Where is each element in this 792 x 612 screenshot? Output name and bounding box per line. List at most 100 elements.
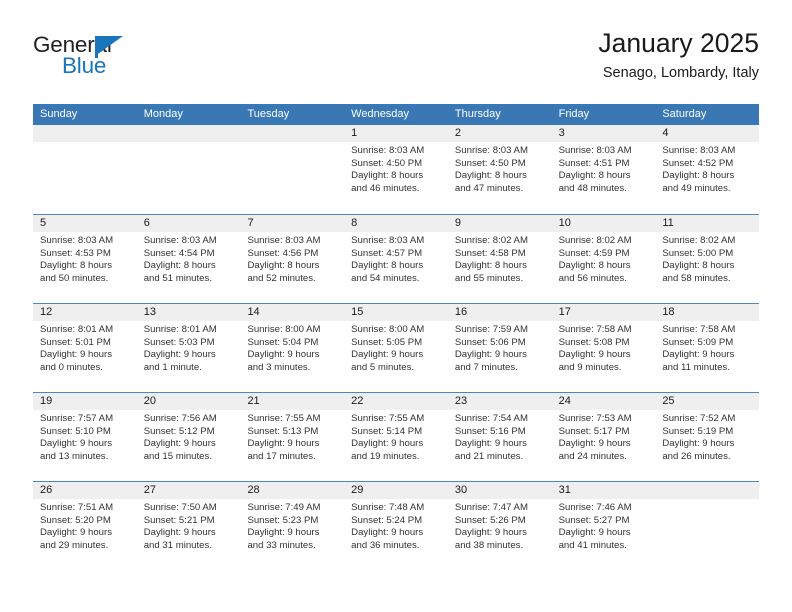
daylight-text-line1: Daylight: 9 hours [454,438,527,450]
daylight-text-line2: and 41 minutes. [558,539,627,551]
day-cell[interactable]: Sunrise: 7:48 AM Sunset: 5:24 PM Daylight:… [344,499,448,570]
day-cell[interactable]: Sunrise: 8:02 AM Sunset: 4:58 PM Daylight:… [448,232,552,303]
day-number[interactable]: 28 [240,482,344,499]
day-number[interactable]: 31 [552,482,656,499]
day-cell[interactable]: Sunrise: 7:59 AM Sunset: 5:06 PM Daylight:… [448,321,552,392]
day-number[interactable]: 9 [448,215,552,232]
sunrise-text: Sunrise: 7:50 AM [143,502,217,513]
day-number[interactable]: 13 [137,304,241,321]
day-cell[interactable]: Sunrise: 7:53 AM Sunset: 5:17 PM Daylight:… [552,410,656,481]
sunset-text: Sunset: 5:26 PM [454,514,526,526]
day-cell[interactable]: Sunrise: 8:01 AM Sunset: 5:03 PM Daylight:… [137,321,241,392]
day-cell[interactable]: Sunrise: 8:03 AM Sunset: 4:51 PM Daylight:… [552,142,656,213]
day-number[interactable]: 11 [655,215,759,232]
daylight-text-line2: and 3 minutes. [247,361,311,373]
sunrise-text: Sunrise: 8:00 AM [351,324,425,335]
day-cell-empty [655,499,759,570]
day-cell[interactable]: Sunrise: 7:55 AM Sunset: 5:14 PM Daylight:… [344,410,448,481]
day-cell[interactable]: Sunrise: 8:03 AM Sunset: 4:57 PM Daylight:… [344,232,448,303]
day-number[interactable]: 10 [552,215,656,232]
day-number[interactable]: 19 [33,393,137,410]
day-number[interactable]: 7 [240,215,344,232]
day-cell[interactable]: Sunrise: 7:54 AM Sunset: 5:16 PM Daylight:… [448,410,552,481]
sunset-text: Sunset: 4:51 PM [558,157,630,169]
day-cell[interactable]: Sunrise: 7:47 AM Sunset: 5:26 PM Daylight:… [448,499,552,570]
day-number[interactable]: 30 [448,482,552,499]
day-cell[interactable]: Sunrise: 7:51 AM Sunset: 5:20 PM Daylight:… [33,499,137,570]
day-number[interactable]: 4 [655,125,759,142]
day-cell[interactable]: Sunrise: 8:03 AM Sunset: 4:56 PM Daylight:… [240,232,344,303]
weekday-header-thursday: Thursday [454,108,501,120]
day-number[interactable]: 8 [344,215,448,232]
day-number[interactable]: 18 [655,304,759,321]
general-blue-logo[interactable]: General Blue [33,33,263,92]
day-number[interactable]: 23 [448,393,552,410]
day-cell[interactable]: Sunrise: 7:50 AM Sunset: 5:21 PM Daylight:… [137,499,241,570]
day-cell[interactable]: Sunrise: 8:03 AM Sunset: 4:50 PM Daylight:… [344,142,448,213]
sunrise-text: Sunrise: 8:02 AM [558,235,632,246]
day-cell[interactable]: Sunrise: 7:58 AM Sunset: 5:09 PM Daylight:… [655,321,759,392]
day-cell[interactable]: Sunrise: 8:03 AM Sunset: 4:53 PM Daylight:… [33,232,137,303]
daylight-text-line2: and 36 minutes. [351,539,420,551]
daylight-text-line2: and 19 minutes. [351,450,420,462]
day-number[interactable]: 22 [344,393,448,410]
sunset-text: Sunset: 5:16 PM [454,425,526,437]
weekday-header-saturday: Saturday [662,108,707,120]
sunrise-text: Sunrise: 7:48 AM [351,502,425,513]
sunset-text: Sunset: 4:58 PM [454,247,526,259]
day-number[interactable]: 26 [33,482,137,499]
day-cell[interactable]: Sunrise: 7:58 AM Sunset: 5:08 PM Daylight:… [552,321,656,392]
day-cell[interactable]: Sunrise: 8:00 AM Sunset: 5:04 PM Daylight:… [240,321,344,392]
day-number[interactable]: 17 [552,304,656,321]
day-number[interactable]: 15 [344,304,448,321]
sunset-text: Sunset: 4:56 PM [247,247,319,259]
day-cell[interactable]: Sunrise: 7:46 AM Sunset: 5:27 PM Daylight:… [552,499,656,570]
day-number[interactable]: 21 [240,393,344,410]
day-cell[interactable]: Sunrise: 8:02 AM Sunset: 4:59 PM Daylight:… [552,232,656,303]
day-cell[interactable]: Sunrise: 7:55 AM Sunset: 5:13 PM Daylight:… [240,410,344,481]
day-cell[interactable]: Sunrise: 8:00 AM Sunset: 5:05 PM Daylight:… [344,321,448,392]
day-number[interactable]: 24 [552,393,656,410]
day-number[interactable]: 6 [137,215,241,232]
day-number[interactable]: 14 [240,304,344,321]
day-cell[interactable]: Sunrise: 7:56 AM Sunset: 5:12 PM Daylight:… [137,410,241,481]
daylight-text-line2: and 48 minutes. [558,182,627,194]
week-date-bar: 12 13 14 15 16 17 18 [33,304,759,321]
day-cell-empty [33,142,137,213]
weekday-header-friday: Friday [558,108,590,120]
sunrise-text: Sunrise: 7:46 AM [558,502,632,513]
day-cell[interactable]: Sunrise: 8:03 AM Sunset: 4:50 PM Daylight:… [448,142,552,213]
daylight-text-line1: Daylight: 8 hours [662,170,735,182]
day-number[interactable]: 3 [552,125,656,142]
sunset-text: Sunset: 5:12 PM [143,425,215,437]
day-cell[interactable]: Sunrise: 8:03 AM Sunset: 4:52 PM Daylight:… [655,142,759,213]
day-number[interactable]: 16 [448,304,552,321]
sunrise-text: Sunrise: 7:55 AM [247,413,321,424]
day-cell[interactable]: Sunrise: 8:02 AM Sunset: 5:00 PM Daylight:… [655,232,759,303]
day-number[interactable]: 25 [655,393,759,410]
day-number[interactable]: 1 [344,125,448,142]
day-number[interactable]: 2 [448,125,552,142]
sunrise-text: Sunrise: 7:58 AM [558,324,632,335]
sunrise-text: Sunrise: 8:03 AM [247,235,321,246]
day-number[interactable]: 29 [344,482,448,499]
day-cell[interactable]: Sunrise: 7:52 AM Sunset: 5:19 PM Daylight:… [655,410,759,481]
day-number[interactable]: 12 [33,304,137,321]
sunrise-text: Sunrise: 8:03 AM [558,145,632,156]
day-cell[interactable]: Sunrise: 8:03 AM Sunset: 4:54 PM Daylight:… [137,232,241,303]
day-number[interactable]: 20 [137,393,241,410]
day-number[interactable]: 27 [137,482,241,499]
daylight-text-line1: Daylight: 9 hours [454,349,527,361]
daylight-text-line1: Daylight: 8 hours [351,260,424,272]
calendar-page: General Blue January 2025 Senago, Lombar… [0,0,792,612]
daylight-text-line1: Daylight: 9 hours [247,349,320,361]
day-cell[interactable]: Sunrise: 8:01 AM Sunset: 5:01 PM Daylight:… [33,321,137,392]
sunset-text: Sunset: 5:01 PM [40,336,111,348]
weekday-header-sunday: Sunday [40,108,78,120]
day-cell[interactable]: Sunrise: 7:49 AM Sunset: 5:23 PM Daylight:… [240,499,344,570]
daylight-text-line2: and 31 minutes. [143,539,212,551]
day-number[interactable]: 5 [33,215,137,232]
day-cell[interactable]: Sunrise: 7:57 AM Sunset: 5:10 PM Daylight:… [33,410,137,481]
page-header: General Blue January 2025 Senago, Lombar… [33,28,759,96]
sunrise-text: Sunrise: 8:01 AM [143,324,217,335]
